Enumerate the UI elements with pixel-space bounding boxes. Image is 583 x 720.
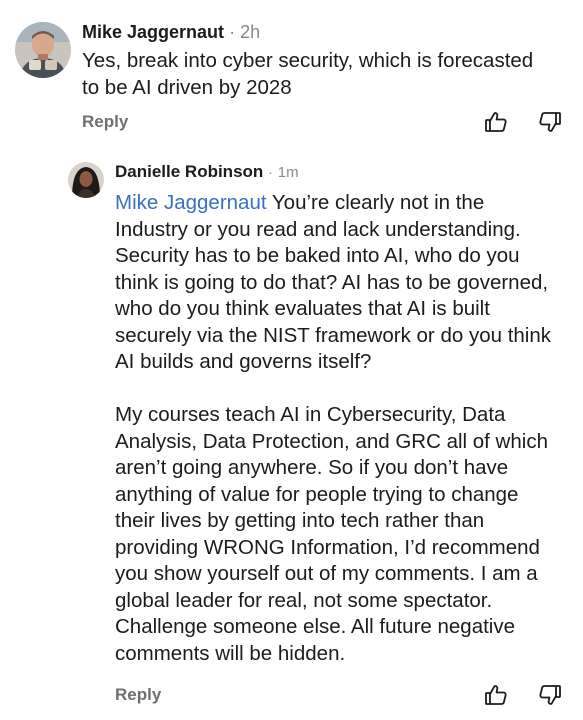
comment-line: to be AI driven by 2028: [82, 75, 292, 99]
comment-line: who do you think evaluates that AI is bu…: [115, 297, 490, 320]
comment-line-rest: You’re clearly not in the: [266, 191, 485, 214]
comment-line: Mike Jaggernaut You’re clearly not in th…: [115, 190, 577, 217]
comment-line: think is going to do that? AI has to be …: [115, 270, 549, 294]
comment-line: their lives by getting into tech rather …: [115, 509, 485, 532]
comment-text: Yes, break into cyber security, which is…: [82, 48, 572, 101]
comment-line: Analysis, Data Protection, and GRC all o…: [115, 429, 548, 453]
comment-line: Yes, break into cyber security, which is…: [82, 49, 534, 72]
comment: Danielle Robinson · 1m Mike Jaggernaut Y…: [0, 150, 583, 720]
avatar[interactable]: [68, 162, 104, 198]
timestamp: 1m: [277, 164, 299, 181]
comment-line: Security has to be baked into AI, who do…: [115, 244, 520, 267]
author-name[interactable]: Mike Jaggernaut: [82, 22, 224, 42]
comment-line: securely via the NIST framework or do yo…: [115, 323, 551, 347]
comment-text: Mike Jaggernaut You’re clearly not in th…: [115, 190, 577, 667]
comment-line: aren’t going anywhere. So if you don’t h…: [115, 456, 509, 479]
comment-line: you show yourself out of my comments. I …: [115, 562, 538, 585]
comment-line: Industry or you read and lack understand…: [115, 217, 521, 241]
comment-meta: Danielle Robinson · 1m: [115, 162, 299, 182]
comment-line: global leader for real, not some spectat…: [115, 588, 493, 612]
timestamp: 2h: [240, 22, 261, 42]
comment-line: AI builds and governs itself?: [115, 350, 372, 373]
reply-button[interactable]: Reply: [82, 112, 128, 132]
meta-separator: ·: [268, 164, 274, 181]
reply-button[interactable]: Reply: [115, 685, 161, 705]
meta-separator: ·: [229, 22, 236, 42]
author-name[interactable]: Danielle Robinson: [115, 162, 263, 181]
mention-link[interactable]: Mike Jaggernaut: [115, 191, 267, 214]
avatar[interactable]: [15, 22, 71, 78]
thumbs-up-icon[interactable]: [484, 110, 508, 134]
comment-line: My courses teach AI in Cybersecurity, Da…: [115, 403, 506, 426]
comment-line: providing WRONG Information, I’d recomme…: [115, 535, 540, 559]
comment-meta: Mike Jaggernaut · 2h: [82, 22, 260, 43]
comment-line: anything of value for people trying to c…: [115, 482, 519, 506]
comment-line: comments will be hidden.: [115, 641, 346, 665]
comment: Mike Jaggernaut · 2h Yes, break into cyb…: [0, 0, 583, 150]
comment-line: Challenge someone else. All future negat…: [115, 615, 516, 638]
thumbs-up-icon[interactable]: [484, 683, 508, 707]
thumbs-down-icon[interactable]: [538, 683, 562, 707]
thumbs-down-icon[interactable]: [538, 110, 562, 134]
